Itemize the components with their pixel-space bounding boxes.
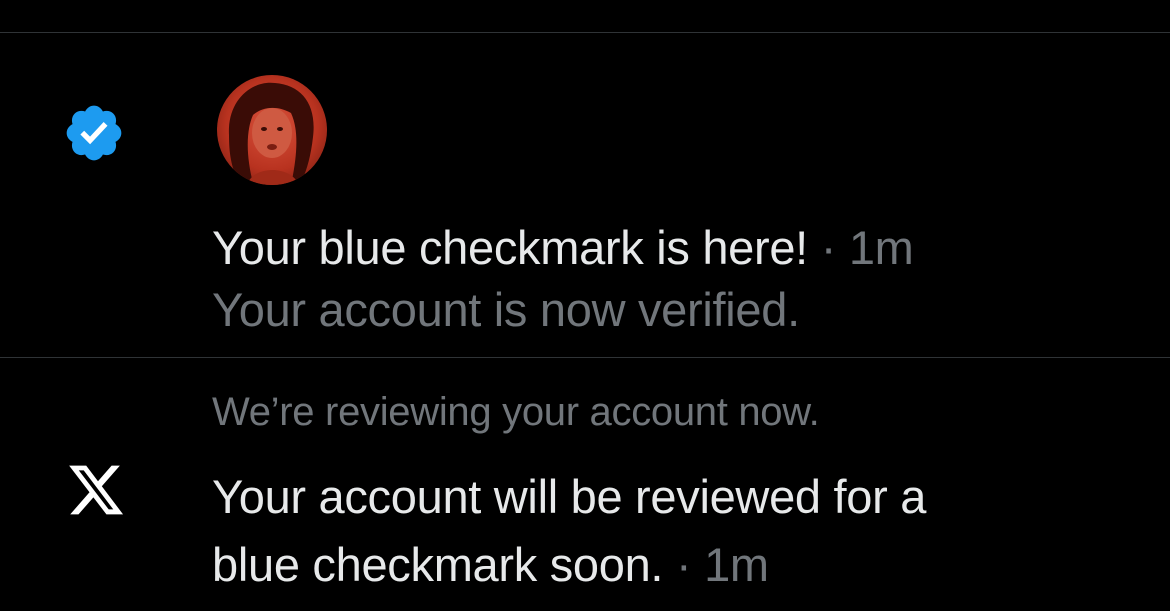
notification-review[interactable]: We’re reviewing your account now. Your a…	[0, 358, 1170, 611]
notification-subtitle: Your account is now verified.	[212, 283, 800, 336]
verified-notification-text: Your blue checkmark is here! · 1m Your a…	[212, 217, 914, 341]
notification-body-line2: blue checkmark soon.	[212, 538, 664, 591]
profile-photo	[217, 75, 327, 185]
notification-verified[interactable]: Your blue checkmark is here! · 1m Your a…	[0, 33, 1170, 357]
avatar[interactable]	[217, 75, 327, 185]
notification-header: We’re reviewing your account now.	[212, 390, 820, 434]
separator-dot: ·	[820, 221, 837, 274]
review-notification-text: Your account will be reviewed for a blue…	[212, 463, 926, 599]
x-logo-icon	[69, 465, 124, 515]
notification-title: Your blue checkmark is here!	[212, 221, 808, 274]
verified-badge-icon	[66, 105, 122, 161]
notification-body-line1: Your account will be reviewed for a	[212, 470, 927, 523]
timestamp: 1m	[848, 221, 914, 274]
separator-dot: ·	[675, 538, 692, 591]
timestamp: 1m	[704, 538, 769, 591]
